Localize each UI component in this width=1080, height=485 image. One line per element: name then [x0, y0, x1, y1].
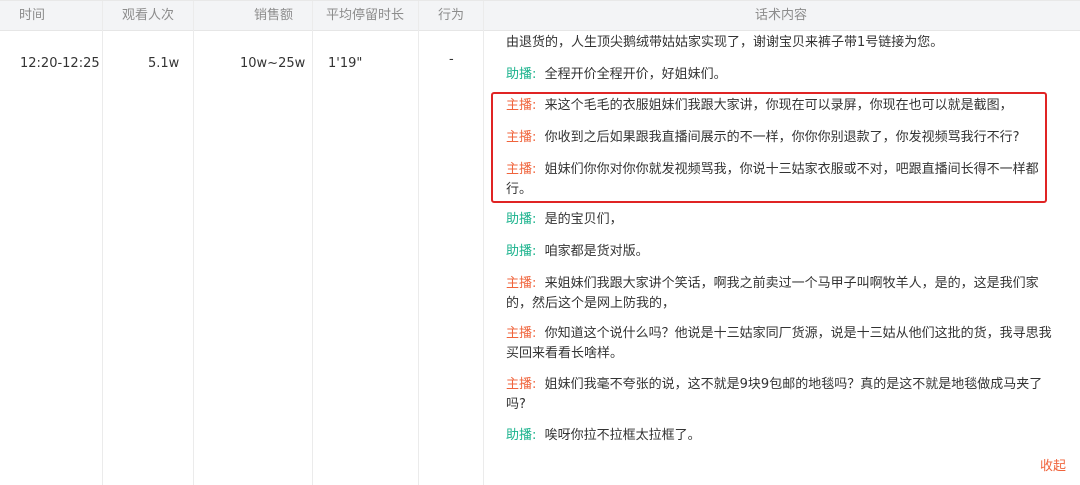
- cell-action: -: [449, 52, 454, 67]
- speaker-label: 主播:: [506, 326, 537, 341]
- cell-avg-stay: 1'19": [328, 56, 363, 71]
- cell-sales: 10w~25w: [240, 56, 306, 71]
- script-line: 由退货的，人生顶尖鹅绒带姑姑家实现了，谢谢宝贝来裤子带1号链接为您。: [506, 33, 1052, 53]
- col-header-script[interactable]: 话术内容: [755, 1, 807, 30]
- cell-time: 12:20-12:25: [20, 56, 100, 71]
- speaker-label: 主播:: [506, 276, 537, 291]
- column-divider: [418, 1, 419, 485]
- col-header-time[interactable]: 时间: [19, 1, 45, 30]
- col-header-sales[interactable]: 销售额: [254, 1, 293, 30]
- script-line: 主播: 姐妹们我毫不夸张的说，这不就是9块9包邮的地毯吗？真的是这不就是地毯做成…: [506, 375, 1052, 415]
- script-line: 主播: 你知道这个说什么吗？他说是十三姑家同厂货源，说是十三姑从他们这批的货，我…: [506, 324, 1052, 364]
- speaker-label: 助播:: [506, 67, 537, 82]
- line-text: 姐妹们我毫不夸张的说，这不就是9块9包邮的地毯吗？真的是这不就是地毯做成马夹了吗…: [506, 377, 1043, 412]
- collapse-link[interactable]: 收起: [1040, 455, 1066, 474]
- line-text: 来姐妹们我跟大家讲个笑话，啊我之前卖过一个马甲子叫啊牧羊人，是的，这是我们家的，…: [506, 276, 1039, 311]
- script-line: 主播: 来姐妹们我跟大家讲个笑话，啊我之前卖过一个马甲子叫啊牧羊人，是的，这是我…: [506, 274, 1052, 314]
- line-text: 是的宝贝们，: [544, 212, 623, 227]
- script-line: 助播: 咱家都是货对版。: [506, 242, 1052, 262]
- script-line: 助播: 唉呀你拉不拉框太拉框了。: [506, 426, 1052, 446]
- script-line: 助播: 全程开价全程开价，好姐妹们。: [506, 65, 1052, 85]
- line-text: 咱家都是货对版。: [544, 244, 649, 259]
- col-header-avg-stay[interactable]: 平均停留时长: [326, 1, 404, 30]
- column-divider: [193, 1, 194, 485]
- line-text: 你知道这个说什么吗？他说是十三姑家同厂货源，说是十三姑从他们这批的货，我寻思我买…: [506, 326, 1052, 361]
- line-text: 唉呀你拉不拉框太拉框了。: [544, 428, 701, 443]
- highlight-annotation-box: [491, 92, 1047, 203]
- col-header-viewers[interactable]: 观看人次: [122, 1, 174, 30]
- speaker-label: 助播:: [506, 428, 537, 443]
- speaker-label: 助播:: [506, 244, 537, 259]
- line-text: 由退货的，人生顶尖鹅绒带姑姑家实现了，谢谢宝贝来裤子带1号链接为您。: [506, 35, 944, 50]
- table-header: 时间 观看人次 销售额 平均停留时长 行为 话术内容: [0, 1, 1080, 31]
- cell-viewers: 5.1w: [148, 56, 180, 71]
- speaker-label: 主播:: [506, 377, 537, 392]
- line-text: 全程开价全程开价，好姐妹们。: [544, 67, 727, 82]
- script-line: 助播: 是的宝贝们，: [506, 210, 1052, 230]
- column-divider: [312, 1, 313, 485]
- column-divider: [102, 1, 103, 485]
- script-table: 时间 观看人次 销售额 平均停留时长 行为 话术内容 12:20-12:25 5…: [0, 0, 1080, 485]
- speaker-label: 助播:: [506, 212, 537, 227]
- col-header-action[interactable]: 行为: [438, 1, 464, 30]
